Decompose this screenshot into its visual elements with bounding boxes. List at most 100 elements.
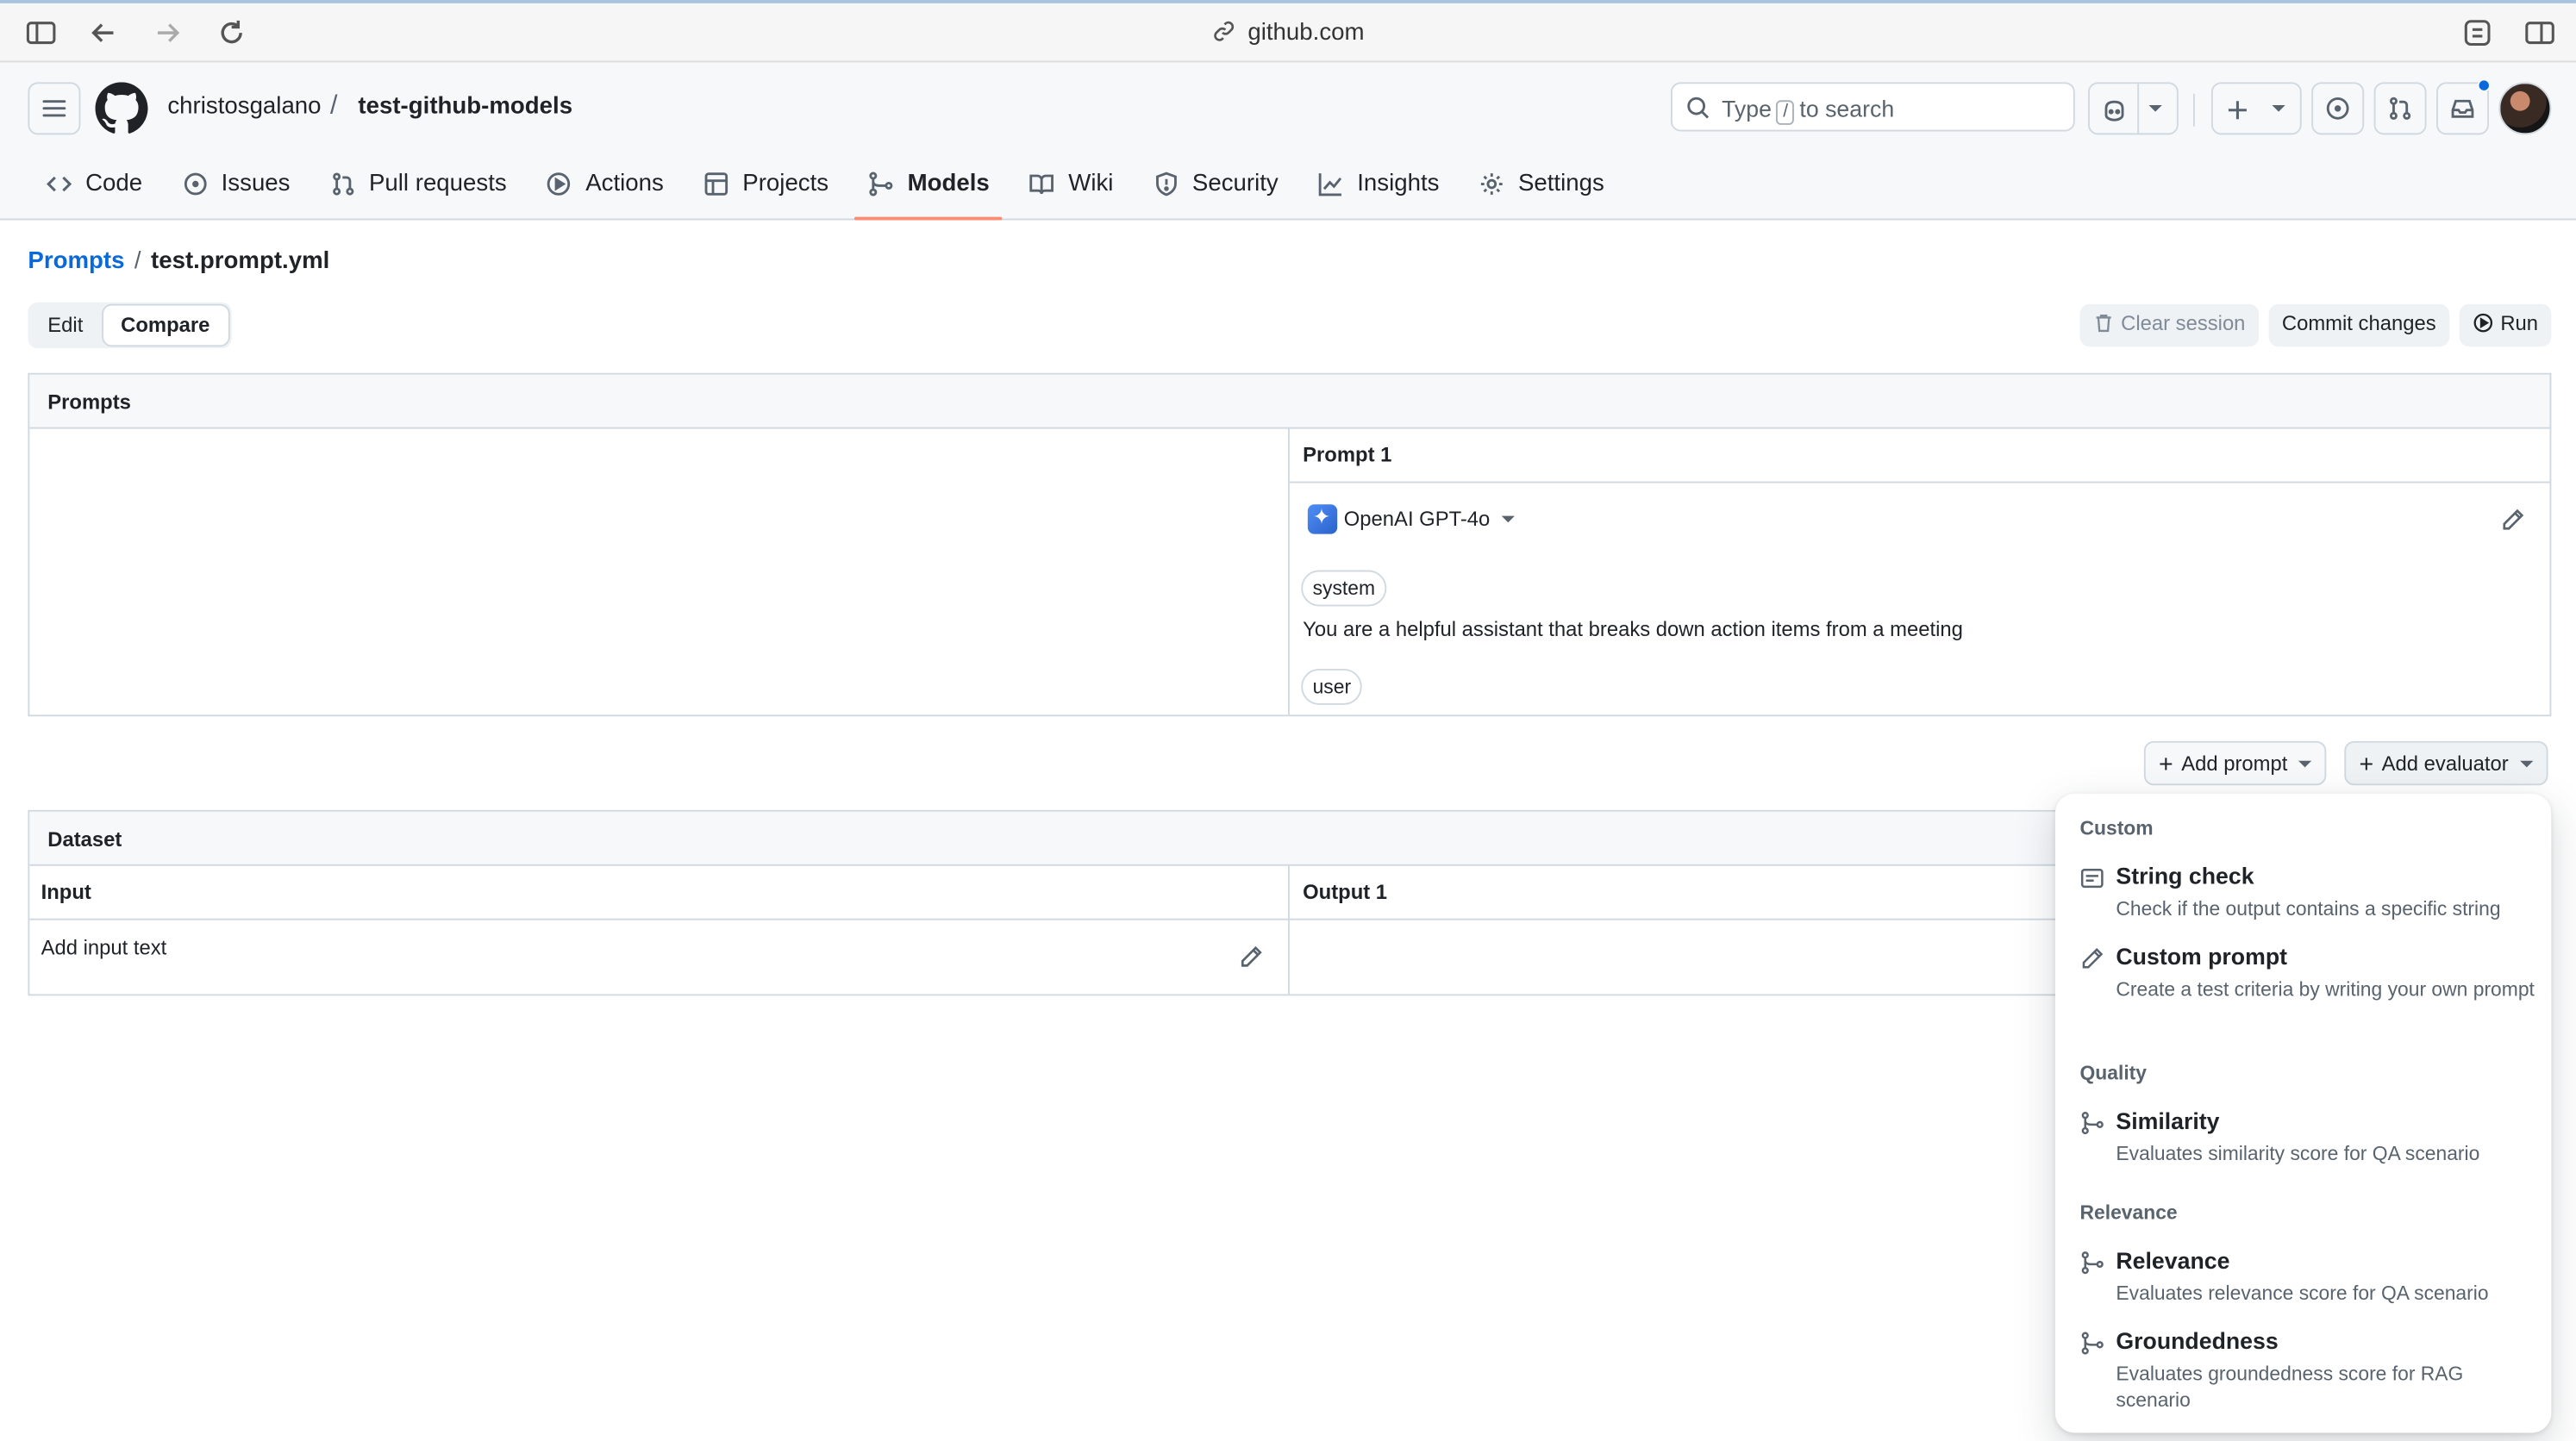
tab-label: Insights [1357, 171, 1440, 197]
input-column-header: Input [41, 880, 91, 904]
issue-icon [184, 172, 207, 196]
tab-wiki[interactable]: Wiki [1016, 154, 1126, 214]
tab-security[interactable]: Security [1140, 154, 1291, 214]
menu-item-title: String check [2116, 862, 2254, 889]
github-logo-icon[interactable] [95, 82, 148, 134]
hamburger-icon [42, 100, 66, 117]
mode-edit-button[interactable]: Edit [29, 304, 101, 347]
input-cell[interactable]: Add input text [41, 937, 167, 960]
commit-changes-button[interactable]: Commit changes [2268, 303, 2449, 347]
menu-item-title: Custom prompt [2116, 943, 2288, 970]
menu-item-custom-prompt[interactable]: Custom prompt Create a test criteria by … [2079, 943, 2540, 1025]
extension-icon[interactable] [2461, 16, 2494, 49]
models-icon [870, 172, 894, 196]
viewport: github.com christosgalano / test-github-… [0, 0, 2576, 1441]
pencil-icon [2082, 947, 2104, 969]
prompts-panel-title: Prompts [29, 374, 2550, 429]
mode-compare-button[interactable]: Compare [101, 303, 230, 347]
menu-item-description: Evaluates similarity score for QA scenar… [2116, 1142, 2480, 1165]
menu-button[interactable] [28, 82, 81, 135]
trash-icon [2096, 314, 2111, 333]
issues-button[interactable] [2311, 82, 2365, 135]
create-new-button[interactable] [2210, 82, 2302, 135]
tab-code[interactable]: Code [33, 154, 155, 214]
output-column-header: Output 1 [1303, 880, 1388, 904]
tab-label: Code [85, 171, 143, 197]
menu-item-relevance[interactable]: Relevance Evaluates relevance score for … [2079, 1247, 2540, 1313]
tab-label: Models [907, 171, 990, 197]
tab-label: Security [1191, 171, 1279, 197]
avatar[interactable] [2498, 82, 2552, 135]
tab-label: Actions [585, 171, 664, 197]
search-prefix: Type [1722, 95, 1772, 122]
menu-item-description: Evaluates groundedness score for RAG sce… [2116, 1362, 2464, 1411]
menu-item-string-check[interactable]: String check Check if the output contain… [2079, 863, 2540, 928]
gear-icon [1481, 173, 1503, 195]
system-message-text[interactable]: You are a helpful assistant that breaks … [1303, 618, 1963, 641]
chevron-down-icon [2272, 105, 2285, 112]
add-prompt-button[interactable]: + Add prompt [2143, 740, 2328, 786]
chevron-down-icon [1501, 515, 1515, 523]
tab-insights[interactable]: Insights [1304, 154, 1452, 214]
path-separator: / [330, 91, 338, 121]
openai-model-icon [1307, 504, 1338, 534]
copilot-icon [2104, 100, 2124, 122]
pull-request-icon [2389, 97, 2411, 120]
mode-toggle: Edit Compare [28, 302, 232, 349]
notification-indicator [2477, 78, 2491, 92]
breadcrumb-prompts-link[interactable]: Prompts [28, 248, 124, 275]
tab-label: Projects [742, 171, 829, 197]
code-icon [47, 176, 72, 192]
evaluator-menu: Custom String check Check if the output … [2054, 793, 2552, 1433]
table-icon [704, 172, 728, 196]
copilot-button[interactable] [2088, 82, 2179, 135]
tab-settings[interactable]: Settings [1466, 154, 1617, 214]
system-role-badge: system [1301, 570, 1387, 607]
models-icon [2081, 1112, 2104, 1135]
play-icon [547, 172, 571, 196]
tab-actions[interactable]: Actions [533, 154, 677, 214]
menu-item-similarity[interactable]: Similarity Evaluates similarity score fo… [2079, 1107, 2540, 1173]
menu-group-quality: Quality [2079, 1061, 2148, 1085]
tab-issues[interactable]: Issues [169, 154, 303, 214]
run-label: Run [2500, 312, 2539, 335]
models-icon [2081, 1251, 2104, 1275]
plus-icon [2228, 101, 2247, 120]
tab-projects[interactable]: Projects [690, 154, 841, 214]
tab-overview-icon[interactable] [2523, 16, 2556, 49]
prompt-column-header: Prompt 1 [1303, 443, 1392, 467]
menu-group-relevance: Relevance [2079, 1201, 2178, 1225]
model-selector[interactable]: OpenAI GPT-4o [1307, 504, 1515, 534]
pull-requests-button[interactable] [2373, 82, 2427, 135]
note-icon [2080, 868, 2104, 889]
search-icon [1687, 97, 1710, 119]
pull-request-icon [332, 172, 353, 196]
repo-owner-link[interactable]: christosgalano [167, 94, 321, 121]
run-button[interactable]: Run [2459, 303, 2552, 347]
menu-item-groundedness[interactable]: Groundedness Evaluates groundedness scor… [2079, 1327, 2540, 1413]
search-input[interactable]: Type / to search [1670, 82, 2075, 132]
address-bar[interactable]: github.com [0, 20, 2576, 46]
repo-name-link[interactable]: test-github-models [358, 94, 572, 121]
tab-label: Issues [221, 171, 291, 197]
add-evaluator-button[interactable]: + Add evaluator [2344, 740, 2548, 786]
tab-label: Settings [1517, 171, 1604, 197]
repo-nav: Code Issues Pull requests Actions Projec… [33, 154, 1630, 221]
clear-session-button[interactable]: Clear session [2079, 303, 2259, 347]
tab-label: Wiki [1068, 171, 1114, 197]
menu-item-description: Evaluates relevance score for QA scenari… [2116, 1282, 2489, 1305]
repo-header: christosgalano / test-github-models Type… [0, 62, 2576, 221]
divider [2192, 93, 2195, 127]
prompts-column-divider [1287, 427, 1290, 715]
breadcrumb-file: test.prompt.yml [151, 247, 330, 275]
book-icon [1029, 174, 1054, 195]
inbox-icon [2451, 99, 2474, 118]
dataset-column-divider [1287, 864, 1290, 995]
edit-input-icon[interactable] [1239, 945, 1264, 970]
clear-session-label: Clear session [2121, 312, 2246, 335]
tab-pull-requests[interactable]: Pull requests [316, 154, 520, 214]
edit-prompt-icon[interactable] [2500, 508, 2525, 533]
chevron-down-icon [2520, 760, 2534, 768]
tab-models[interactable]: Models [854, 154, 1003, 221]
browser-toolbar: github.com [0, 0, 2576, 63]
